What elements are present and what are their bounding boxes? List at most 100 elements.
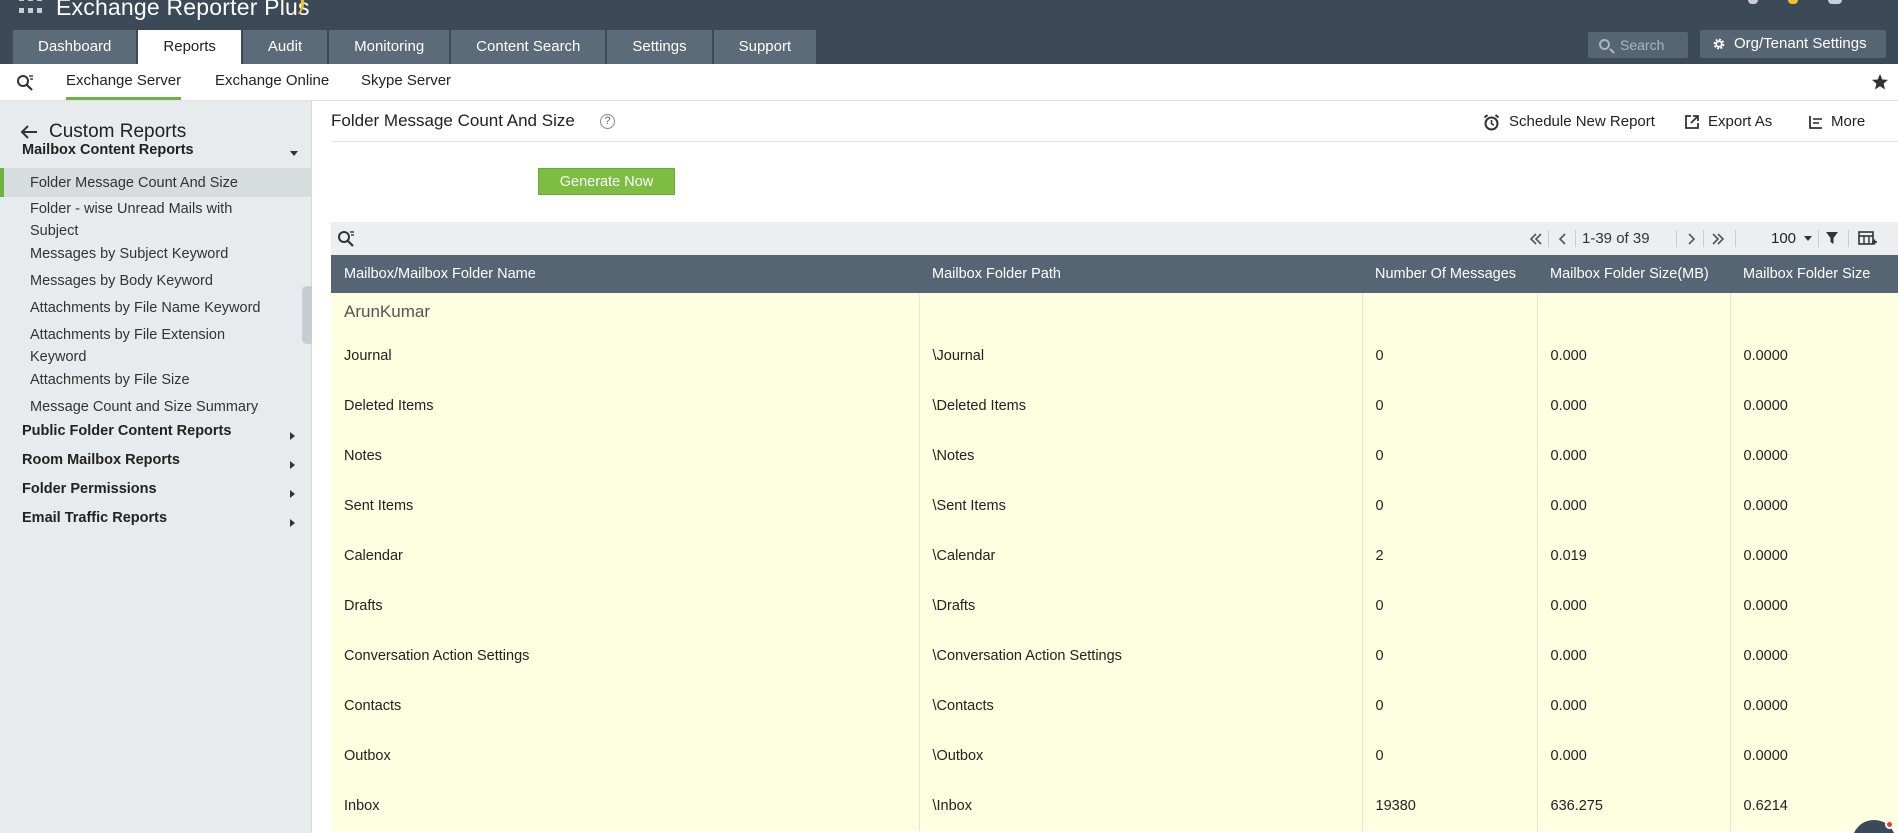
sidebar-item-attachment-file-extension[interactable]: Attachments by File Extension Keyword [30, 324, 280, 368]
sidebar-group-folder-permissions[interactable]: Folder Permissions [22, 481, 157, 497]
tab-content-search[interactable]: Content Search [451, 30, 606, 64]
column-header[interactable]: Number Of Messages [1362, 255, 1537, 293]
back-arrow-icon[interactable] [20, 125, 38, 139]
table-row[interactable]: Outbox \Outbox 0 0.000 0.0000 [331, 731, 1898, 781]
sidebar-group-room-mailbox[interactable]: Room Mailbox Reports [22, 452, 180, 468]
caret-right-icon[interactable] [290, 519, 295, 527]
report-table: Mailbox/Mailbox Folder Name Mailbox Fold… [331, 255, 1898, 831]
table-cell: Conversation Action Settings [331, 631, 920, 681]
table-cell: \Journal [919, 331, 1363, 381]
page-title: Folder Message Count And Size [331, 111, 575, 130]
previous-page-icon[interactable] [1555, 231, 1571, 247]
table-cell: Drafts [331, 581, 920, 631]
sidebar-collapse-handle[interactable] [302, 286, 312, 344]
sidebar-item-body-keyword[interactable]: Messages by Body Keyword [30, 270, 280, 292]
top-header: Exchange Reporter Plus Dashboard Reports… [0, 0, 1898, 64]
table-cell: Sent Items [331, 481, 920, 531]
idea-icon[interactable] [1788, 0, 1798, 4]
help-icon[interactable]: ? [600, 114, 615, 129]
table-cell: Calendar [331, 531, 920, 581]
table-row[interactable]: Journal \Journal 0 0.000 0.0000 [331, 331, 1898, 381]
sidebar-item-attachment-file-name[interactable]: Attachments by File Name Keyword [30, 297, 280, 319]
rows-per-page-value: 100 [1771, 230, 1797, 247]
table-cell: 0.000 [1537, 681, 1731, 731]
sidebar-item-subject-keyword[interactable]: Messages by Subject Keyword [30, 243, 280, 265]
tab-audit[interactable]: Audit [242, 30, 328, 64]
header-utility-icons [1748, 0, 1868, 4]
table-row[interactable]: Sent Items \Sent Items 0 0.000 0.0000 [331, 481, 1898, 531]
column-chooser-icon[interactable] [1858, 230, 1878, 246]
table-cell: 2 [1362, 531, 1538, 581]
table-search-icon[interactable] [337, 230, 355, 248]
notification-dot [1885, 820, 1894, 829]
sidebar-item-folder-wise-unread[interactable]: Folder - wise Unread Mails with Subject [30, 198, 280, 242]
export-as-button[interactable]: Export As [1684, 113, 1772, 130]
table-cell: 0 [1362, 581, 1538, 631]
subtab-exchange-online[interactable]: Exchange Online [215, 64, 329, 100]
gear-icon [1713, 38, 1725, 50]
table-row[interactable]: Deleted Items \Deleted Items 0 0.000 0.0000 [331, 381, 1898, 431]
table-cell: \Notes [919, 431, 1363, 481]
rows-per-page-select[interactable]: 100 [1771, 222, 1812, 255]
org-tenant-settings-button[interactable]: Org/Tenant Settings [1700, 30, 1886, 58]
table-cell: 0.0000 [1730, 681, 1898, 731]
subtab-skype-server[interactable]: Skype Server [361, 64, 451, 100]
table-cell: Journal [331, 331, 920, 381]
filter-icon[interactable] [1824, 230, 1840, 246]
group-row: ArunKumar [331, 293, 1898, 331]
table-cell: 0.0000 [1730, 431, 1898, 481]
tab-dashboard[interactable]: Dashboard [13, 30, 137, 64]
generate-now-button[interactable]: Generate Now [538, 168, 675, 195]
main-content: Folder Message Count And Size ? Schedule… [313, 101, 1898, 833]
table-cell: 19380 [1362, 781, 1538, 831]
caret-down-icon[interactable] [290, 151, 298, 156]
table-cell: 0 [1362, 681, 1538, 731]
schedule-new-report-button[interactable]: Schedule New Report [1483, 113, 1655, 131]
caret-right-icon[interactable] [290, 432, 295, 440]
last-page-icon[interactable] [1710, 231, 1726, 247]
sidebar-group-public-folder[interactable]: Public Folder Content Reports [22, 423, 231, 439]
table-row[interactable]: Calendar \Calendar 2 0.019 0.0000 [331, 531, 1898, 581]
global-search-input[interactable] [1620, 35, 1684, 55]
tab-settings[interactable]: Settings [607, 30, 712, 64]
schedule-new-report-label: Schedule New Report [1509, 113, 1655, 130]
table-cell: 0.000 [1537, 581, 1731, 631]
export-as-label: Export As [1708, 113, 1773, 130]
sidebar-group-email-traffic[interactable]: Email Traffic Reports [22, 510, 167, 526]
table-cell: 0.000 [1537, 481, 1731, 531]
column-header[interactable]: Mailbox Folder Size(MB) [1537, 255, 1730, 293]
bell-icon[interactable] [1748, 0, 1758, 4]
sidebar-group-mailbox-content[interactable]: Mailbox Content Reports [22, 142, 194, 158]
app-grid-icon[interactable] [19, 0, 43, 20]
column-header[interactable]: Mailbox/Mailbox Folder Name [331, 255, 919, 293]
table-cell: 0 [1362, 381, 1538, 431]
sidebar-item-folder-message-count-label[interactable]: Folder Message Count And Size [30, 172, 280, 194]
table-cell: \Conversation Action Settings [919, 631, 1363, 681]
more-button[interactable]: More [1808, 113, 1865, 130]
alarm-clock-icon [1483, 114, 1500, 131]
caret-right-icon[interactable] [290, 490, 295, 498]
sidebar-item-attachment-file-size[interactable]: Attachments by File Size [30, 369, 280, 391]
tab-support[interactable]: Support [713, 30, 817, 64]
table-row[interactable]: Inbox \Inbox 19380 636.275 0.6214 [331, 781, 1898, 831]
subtab-exchange-server[interactable]: Exchange Server [66, 64, 182, 100]
table-row[interactable]: Drafts \Drafts 0 0.000 0.0000 [331, 581, 1898, 631]
next-page-icon[interactable] [1683, 231, 1699, 247]
column-header[interactable]: Mailbox Folder Path [919, 255, 1362, 293]
global-search[interactable] [1588, 32, 1688, 58]
table-row[interactable]: Notes \Notes 0 0.000 0.0000 [331, 431, 1898, 481]
sidebar-item-count-size-summary[interactable]: Message Count and Size Summary [30, 396, 280, 418]
table-row[interactable]: Contacts \Contacts 0 0.000 0.0000 [331, 681, 1898, 731]
caret-right-icon[interactable] [290, 461, 295, 469]
table-row[interactable]: Conversation Action Settings \Conversatio… [331, 631, 1898, 681]
tab-reports[interactable]: Reports [138, 30, 241, 64]
table-cell: 0.0000 [1730, 331, 1898, 381]
first-page-icon[interactable] [1528, 231, 1544, 247]
table-cell: \Sent Items [919, 481, 1363, 531]
user-icon[interactable] [1828, 0, 1842, 4]
column-header[interactable]: Mailbox Folder Size [1730, 255, 1898, 293]
favorite-star-icon[interactable] [1871, 73, 1889, 91]
tab-monitoring[interactable]: Monitoring [329, 30, 450, 64]
table-cell: Inbox [331, 781, 920, 831]
report-search-icon[interactable] [16, 74, 34, 92]
